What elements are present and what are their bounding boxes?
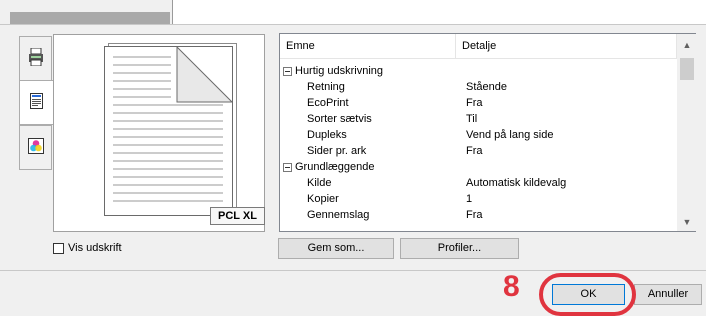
list-item[interactable]: Gennemslag Fra xyxy=(280,207,677,221)
item-key: Sider pr. ark xyxy=(307,145,367,157)
vertical-tab-strip xyxy=(19,36,53,178)
list-item[interactable]: Dupleks Vend på lang side xyxy=(280,127,677,143)
list-item[interactable]: Sider pr. ark Fra xyxy=(280,143,677,159)
tab-layout[interactable] xyxy=(19,80,53,125)
top-panel xyxy=(172,0,706,25)
checkbox-box[interactable] xyxy=(53,242,64,254)
item-key: Sorter sætvis xyxy=(307,113,372,125)
divider xyxy=(0,24,706,25)
show-print-checkbox[interactable]: Vis udskrift xyxy=(53,242,122,254)
settings-list[interactable]: Emne Detalje Hurtig udskrivning Retning S… xyxy=(279,33,696,232)
item-key: Kilde xyxy=(307,177,332,189)
collapse-icon[interactable] xyxy=(283,162,292,172)
top-gray-tab xyxy=(10,12,170,24)
item-value: Automatisk kildevalg xyxy=(466,177,567,189)
item-value: Til xyxy=(466,113,478,125)
divider xyxy=(0,270,706,271)
list-header: Emne Detalje xyxy=(280,34,677,59)
item-key: Dupleks xyxy=(307,129,347,141)
step-number: 8 xyxy=(503,270,520,303)
item-value: Vend på lang side xyxy=(466,129,554,141)
scroll-thumb[interactable] xyxy=(680,58,694,80)
pdl-badge: PCL XL xyxy=(210,207,265,225)
group-label: Grundlæggende xyxy=(295,161,375,173)
column-header-detalje[interactable]: Detalje xyxy=(456,34,677,58)
printer-icon xyxy=(28,47,43,69)
item-value: Fra xyxy=(466,145,483,157)
cancel-button[interactable]: Annuller xyxy=(634,284,702,305)
list-item[interactable]: Kilde Automatisk kildevalg xyxy=(280,175,677,191)
item-key: Kopier xyxy=(307,193,339,205)
column-header-emne[interactable]: Emne xyxy=(280,34,456,58)
preview-page xyxy=(104,46,233,216)
profiles-button[interactable]: Profiler... xyxy=(400,238,519,259)
item-key: Retning xyxy=(307,81,345,93)
tab-printer[interactable] xyxy=(19,36,52,81)
list-item[interactable]: Retning Stående xyxy=(280,79,677,95)
item-key: Gennemslag xyxy=(307,209,370,221)
item-value: Fra xyxy=(466,97,483,109)
collapse-icon[interactable] xyxy=(283,66,292,76)
group-row[interactable]: Grundlæggende xyxy=(283,159,375,175)
color-icon xyxy=(27,138,44,157)
list-item[interactable]: Sorter sætvis Til xyxy=(280,111,677,127)
item-value: 1 xyxy=(466,193,473,205)
group-label: Hurtig udskrivning xyxy=(295,65,384,77)
list-item[interactable]: EcoPrint Fra xyxy=(280,95,677,111)
list-item[interactable]: Kopier 1 xyxy=(280,191,677,207)
scroll-down-icon[interactable]: ▼ xyxy=(678,213,696,231)
tab-color[interactable] xyxy=(19,125,52,170)
vertical-scrollbar[interactable]: ▲ ▼ xyxy=(677,34,696,231)
document-icon xyxy=(30,93,43,112)
group-row[interactable]: Hurtig udskrivning xyxy=(283,63,383,79)
item-value: Stående xyxy=(466,81,507,93)
highlight-ring xyxy=(539,273,636,316)
checkbox-label: Vis udskrift xyxy=(68,242,122,254)
scroll-up-icon[interactable]: ▲ xyxy=(678,36,696,54)
item-value: Fra xyxy=(466,209,483,221)
save-as-button[interactable]: Gem som... xyxy=(278,238,394,259)
item-key: EcoPrint xyxy=(307,97,349,109)
